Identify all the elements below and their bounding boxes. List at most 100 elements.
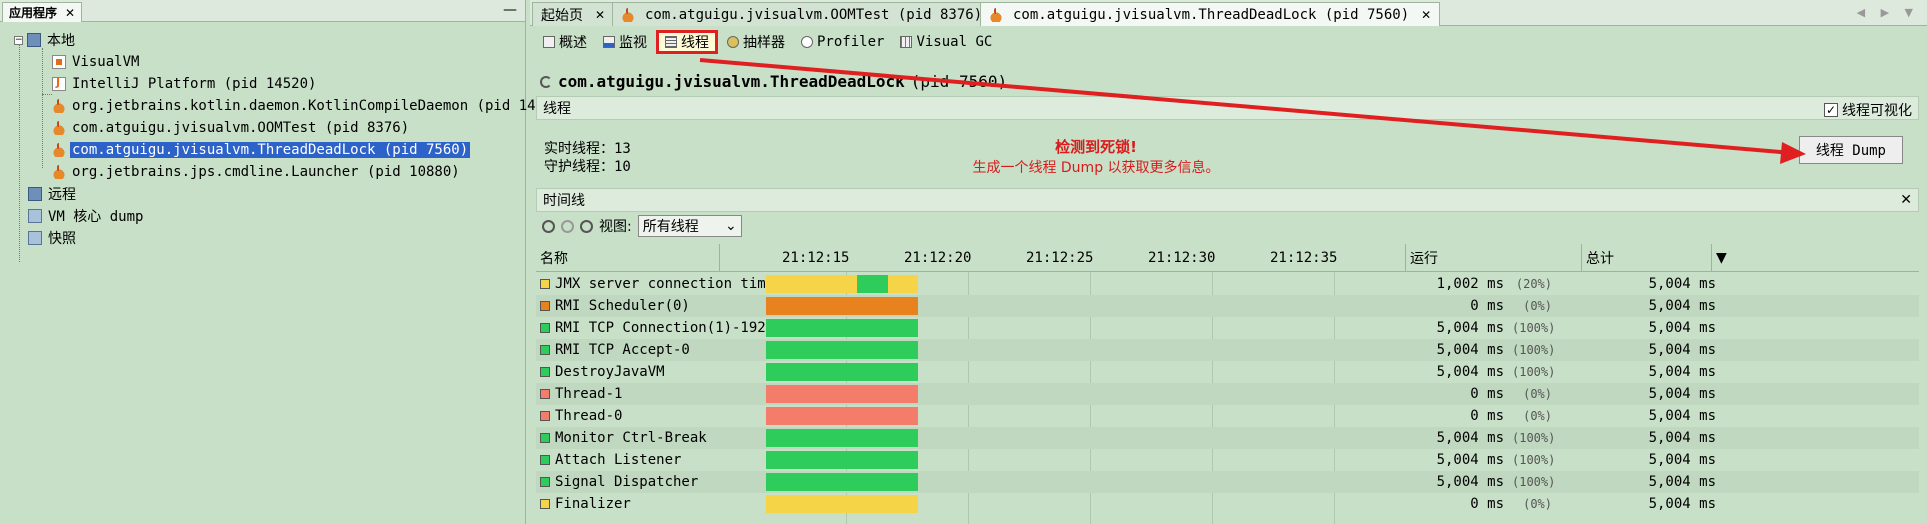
tab-visual-gc[interactable]: Visual GC [893,30,999,54]
close-icon[interactable]: ✕ [1421,8,1431,22]
tree-node-local[interactable]: − 本地 [14,30,77,50]
tab-profiler[interactable]: Profiler [794,30,891,54]
thread-state-swatch [540,279,550,289]
running-time-cell: 5,004 ms (100%) [1396,449,1556,471]
running-percent: (100%) [1512,321,1556,335]
column-header-timeline[interactable]: 21:12:15 21:12:20 21:12:25 21:12:30 21:1… [720,244,1406,272]
total-time: 5,004 ms [1648,408,1716,424]
thread-state-swatch [540,345,550,355]
time-tick-label: 21:12:35 [1270,250,1338,266]
table-row[interactable]: RMI Scheduler(0) 0 ms (0%) 5,004 ms [536,295,1919,317]
tree-node-label: org.jetbrains.kotlin.daemon.KotlinCompil… [72,98,553,114]
collapse-icon[interactable]: − [14,35,23,45]
thread-state-swatch [540,301,550,311]
applications-tab[interactable]: 应用程序 ✕ [2,2,83,22]
table-row[interactable]: RMI TCP Connection(1)-192.1 5,004 ms (100%… [536,317,1919,339]
table-row[interactable]: RMI TCP Accept-0 5,004 ms (100%) 5,004 ms [536,339,1919,361]
table-row[interactable]: Finalizer 0 ms (0%) 5,004 ms [536,493,1919,515]
table-row[interactable]: Attach Listener 5,004 ms (100%) 5,004 ms [536,449,1919,471]
thread-name-cell: RMI TCP Connection(1)-192.1 [540,317,765,339]
timeline-header: 时间线 ✕ [536,188,1919,212]
running-time-cell: 1,002 ms (20%) [1396,273,1552,295]
time-tick-label: 21:12:25 [1026,250,1094,266]
applications-tabbar: 应用程序 ✕ — [0,0,525,22]
thread-name-cell: RMI Scheduler(0) [540,295,765,317]
total-time: 5,004 ms [1648,452,1716,468]
visualize-threads-checkbox[interactable]: ✓ 线程可视化 [1824,100,1912,120]
running-time: 1,002 ms [1436,276,1504,292]
running-time: 5,004 ms [1436,342,1504,358]
table-row[interactable]: DestroyJavaVM 5,004 ms (100%) 5,004 ms [536,361,1919,383]
tab-navigation-icons[interactable]: ◀ ▶ ▼ [1857,6,1919,19]
total-time: 5,004 ms [1648,386,1716,402]
column-header-running[interactable]: 运行 [1406,244,1582,272]
running-time-cell: 0 ms (0%) [1396,383,1552,405]
java-process-icon [621,7,635,22]
tree-node-threaddeadlock[interactable]: com.atguigu.jvisualvm.ThreadDeadLock (pi… [52,140,471,160]
tab-threaddeadlock[interactable]: com.atguigu.jvisualvm.ThreadDeadLock (pi… [980,2,1441,26]
tree-node-label: IntelliJ Platform (pid 14520) [72,76,317,92]
tab-label: com.atguigu.jvisualvm.ThreadDeadLock (pi… [1013,6,1410,23]
tab-label: 监视 [619,35,647,51]
daemon-threads-count: 守护线程：10 [544,159,631,175]
tree-node-snapshots[interactable]: 快照 [28,228,78,248]
timeline-panel: 时间线 ✕ 视图: 所有线程 ⌄ 名称 21:12:15 21:12:20 21… [536,188,1919,524]
running-percent: (100%) [1512,431,1556,445]
checkbox-check-icon[interactable]: ✓ [1824,103,1838,117]
total-time: 5,004 ms [1648,496,1716,512]
deadlock-alert: 检测到死锁! 生成一个线程 Dump 以获取更多信息。 [906,136,1286,177]
thread-state-bar [766,473,918,491]
tree-node-visualvm[interactable]: VisualVM [52,52,141,72]
tab-oomtest[interactable]: com.atguigu.jvisualvm.OOMTest (pid 8376)… [612,2,1014,26]
running-time-cell: 5,004 ms (100%) [1396,361,1556,383]
tree-node-remote[interactable]: 远程 [28,184,78,204]
thread-state-bar [766,385,918,403]
tab-monitor[interactable]: 监视 [596,30,654,54]
column-header-label: 总计 [1586,251,1614,267]
running-time-cell: 5,004 ms (100%) [1396,471,1556,493]
java-process-icon [989,7,1003,22]
tab-threads[interactable]: 线程 [656,30,718,54]
thread-name: RMI TCP Connection(1)-192.1 [555,320,765,336]
table-row[interactable]: Monitor Ctrl-Break 5,004 ms (100%) 5,004 ms [536,427,1919,449]
tree-node-intellij[interactable]: IntelliJ Platform (pid 14520) [52,74,318,94]
thread-name-cell: JMX server connection timec [540,273,765,295]
thread-state-swatch [540,499,550,509]
sort-icon[interactable]: ▼ [1716,250,1727,266]
thread-name: Signal Dispatcher [555,474,699,490]
tab-overview[interactable]: 概述 [536,30,594,54]
column-header-total[interactable]: 总计 [1582,244,1712,272]
view-select[interactable]: 所有线程 ⌄ [637,215,742,237]
threads-timeline-table: 名称 21:12:15 21:12:20 21:12:25 21:12:30 2… [536,244,1919,524]
tree-node-core-dump[interactable]: VM 核心 dump [28,206,145,226]
java-process-icon [52,143,66,157]
monitor-icon [603,36,615,48]
table-row[interactable]: Thread-1 0 ms (0%) 5,004 ms [536,383,1919,405]
visualize-threads-label: 线程可视化 [1842,103,1912,119]
total-time: 5,004 ms [1648,276,1716,292]
tree-node-jps-launcher[interactable]: org.jetbrains.jps.cmdline.Launcher (pid … [52,162,462,182]
threads-header-label: 线程 [543,101,571,117]
tree-node-label: VM 核心 dump [48,209,144,225]
table-row[interactable]: JMX server connection timec 1,002 ms (20%)… [536,273,1919,295]
close-icon[interactable]: ✕ [65,6,75,20]
tab-start-page[interactable]: 起始页 ✕ [532,2,615,26]
running-time-cell: 0 ms (0%) [1396,405,1552,427]
zoom-in-icon[interactable] [542,219,555,233]
thread-dump-button[interactable]: 线程 Dump [1798,136,1903,164]
table-row[interactable]: Thread-0 0 ms (0%) 5,004 ms [536,405,1919,427]
thread-state-bar [766,407,918,425]
close-icon[interactable]: ✕ [1900,192,1912,208]
tab-sampler[interactable]: 抽样器 [720,30,792,54]
thread-name: RMI Scheduler(0) [555,298,690,314]
zoom-out-icon[interactable] [561,219,574,233]
minimize-icon[interactable]: — [503,2,517,18]
tree-node-kotlin-daemon[interactable]: org.jetbrains.kotlin.daemon.KotlinCompil… [52,96,554,116]
column-header-name[interactable]: 名称 [536,244,720,272]
chevron-down-icon: ⌄ [724,218,737,234]
close-icon[interactable]: ✕ [595,8,605,22]
table-row[interactable]: Signal Dispatcher 5,004 ms (100%) 5,004 ms [536,471,1919,493]
total-time: 5,004 ms [1648,474,1716,490]
tree-node-oomtest[interactable]: com.atguigu.jvisualvm.OOMTest (pid 8376) [52,118,411,138]
zoom-fit-icon[interactable] [580,219,593,233]
